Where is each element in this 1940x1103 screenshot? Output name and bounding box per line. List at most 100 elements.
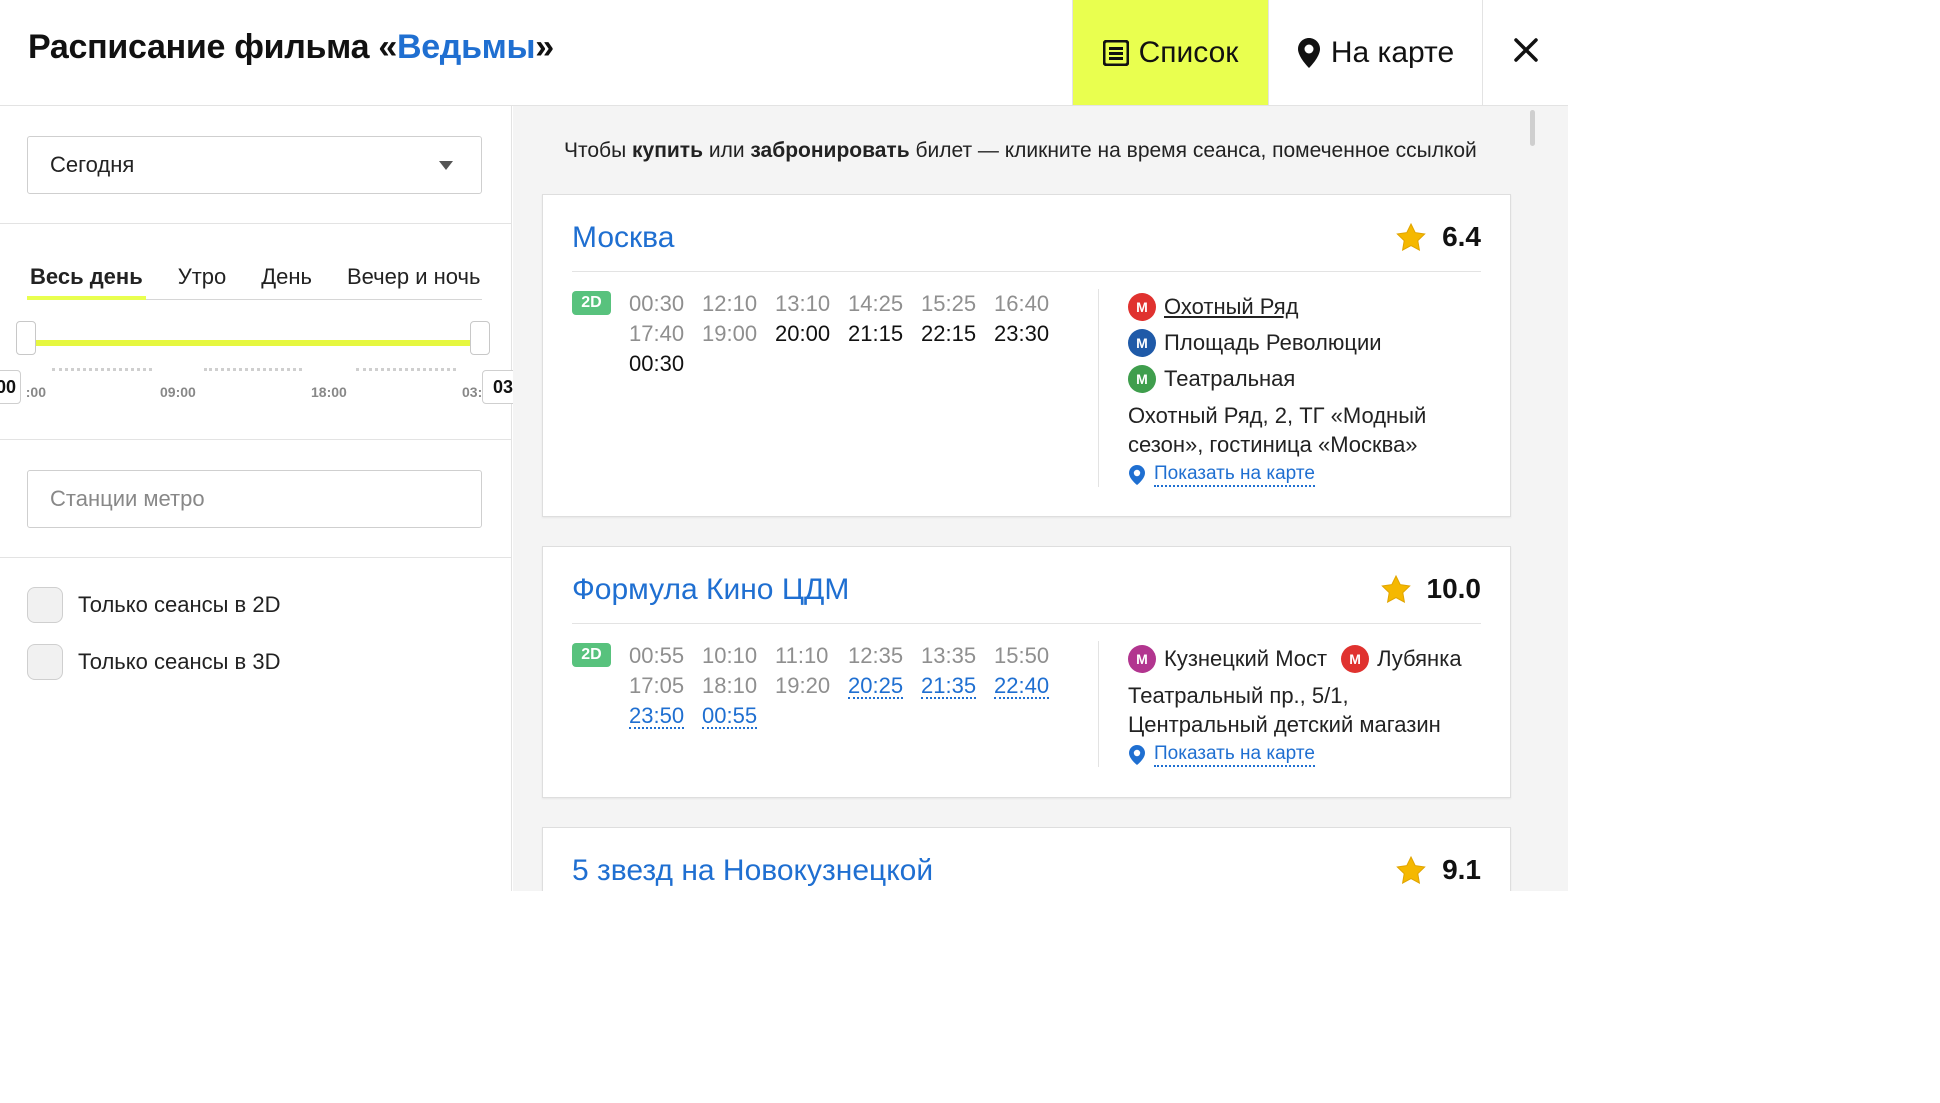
showtimes: 00:30 12:10 13:10 14:25 15:25 16:40 17:40 19:00… — [629, 291, 1069, 377]
showtime: 13:10 — [775, 291, 831, 316]
cinema-rating: 6.4 — [1396, 221, 1481, 253]
checkbox[interactable] — [27, 587, 63, 623]
map-pin-icon — [1297, 37, 1321, 69]
title-suffix: » — [535, 28, 554, 66]
metro-stations: M Кузнецкий Мост M Лубянка — [1128, 641, 1478, 677]
tick-label: 03:00 — [462, 384, 481, 400]
tick-label: 00:00 — [26, 384, 46, 400]
showtime: 00:55 — [629, 643, 685, 668]
star-icon — [1396, 856, 1426, 884]
showtime: 16:40 — [994, 291, 1050, 316]
cinema-card: Москва 6.4 2D 00:30 12:10 13:10 14:25 15:25 1… — [542, 194, 1511, 517]
time-range-track[interactable] — [27, 340, 480, 346]
divider — [0, 557, 512, 558]
time-range-handle-end[interactable] — [470, 321, 490, 355]
divider — [572, 271, 1481, 272]
checkbox-only-3d[interactable]: Только сеансы в 3D — [27, 644, 280, 680]
showtime[interactable]: 00:55 — [702, 703, 758, 729]
cinema-rating: 9.1 — [1396, 854, 1481, 886]
period-tab-all-day[interactable]: Весь день — [27, 264, 146, 300]
showtime: 18:10 — [702, 673, 758, 698]
showtime: 12:35 — [848, 643, 904, 668]
showtime[interactable]: 23:50 — [629, 703, 685, 729]
showtime: 22:15 — [921, 321, 977, 346]
film-title[interactable]: Ведьмы — [397, 28, 536, 66]
rating-value: 6.4 — [1442, 221, 1481, 252]
divider — [0, 223, 512, 224]
tab-list-label: Список — [1138, 35, 1239, 69]
metro-station-name[interactable]: Охотный Ряд — [1164, 294, 1299, 320]
chevron-down-icon — [439, 161, 453, 170]
metro-icon: M — [1128, 329, 1156, 357]
page-title: Расписание фильма «Ведьмы» — [28, 28, 554, 67]
checkbox-only-2d[interactable]: Только сеансы в 2D — [27, 587, 280, 623]
filters-sidebar: Сегодня Весь день Утро День Вечер и ночь… — [0, 106, 550, 891]
star-icon — [1396, 223, 1426, 251]
period-tab-day[interactable]: День — [258, 264, 315, 300]
purchase-hint: Чтобы купить или забронировать билет — к… — [564, 139, 1477, 162]
date-select[interactable]: Сегодня — [27, 136, 482, 194]
tick-dots — [356, 368, 456, 372]
showtime: 20:00 — [775, 321, 831, 346]
location-pin-icon — [1128, 464, 1146, 486]
rating-value: 9.1 — [1442, 854, 1481, 885]
period-tabs: Весь день Утро День Вечер и ночь — [27, 264, 482, 300]
showtime: 00:30 — [629, 351, 685, 376]
showtime: 17:05 — [629, 673, 685, 698]
cinema-info: M Охотный Ряд M Площадь Революции M Теат… — [1098, 289, 1478, 487]
cinema-rating: 10.0 — [1380, 573, 1482, 605]
show-on-map-label[interactable]: Показать на карте — [1154, 743, 1315, 767]
show-on-map-link[interactable]: Показать на карте — [1128, 743, 1478, 767]
checkbox-label: Только сеансы в 3D — [78, 649, 281, 674]
metro-station: M Площадь Революции — [1128, 325, 1478, 361]
show-on-map-label[interactable]: Показать на карте — [1154, 463, 1315, 487]
cinema-name[interactable]: Москва — [572, 221, 674, 255]
period-tab-evening-night[interactable]: Вечер и ночь — [344, 264, 483, 300]
star-icon — [1380, 575, 1411, 603]
cinema-name[interactable]: 5 звезд на Новокузнецкой — [572, 854, 933, 888]
tab-list[interactable]: Список — [1072, 0, 1268, 105]
divider — [0, 439, 512, 440]
show-on-map-link[interactable]: Показать на карте — [1128, 463, 1478, 487]
cinema-address: Театральный пр., 5/1, Центральный детски… — [1128, 683, 1441, 737]
tab-map-label: На карте — [1330, 35, 1455, 69]
close-button[interactable] — [1482, 0, 1568, 105]
metro-station-name: Лубянка — [1377, 646, 1462, 671]
cinema-name[interactable]: Формула Кино ЦДМ — [572, 573, 849, 607]
metro-station-name: Театральная — [1164, 366, 1296, 391]
showtime: 11:10 — [775, 643, 829, 668]
showtime: 13:35 — [921, 643, 977, 668]
schedule-list: Чтобы купить или забронировать билет — к… — [513, 106, 1568, 891]
cinema-info: M Кузнецкий Мост M Лубянка Театральный п… — [1098, 641, 1478, 767]
metro-search-input[interactable]: Станции метро — [27, 470, 482, 528]
scrollbar[interactable] — [1530, 110, 1535, 146]
checkbox-label: Только сеансы в 2D — [78, 592, 281, 617]
showtime: 19:20 — [775, 673, 831, 698]
title-prefix: Расписание фильма « — [28, 28, 397, 66]
format-badge: 2D — [572, 643, 611, 667]
showtime: 23:30 — [994, 321, 1050, 346]
close-icon — [1513, 37, 1539, 68]
period-tab-morning[interactable]: Утро — [175, 264, 230, 300]
location-pin-icon — [1128, 744, 1146, 766]
metro-station-name: Кузнецкий Мост — [1164, 646, 1328, 671]
showtime[interactable]: 22:40 — [994, 673, 1050, 699]
cinema-address: Охотный Ряд, 2, ТГ «Модный сезон», гости… — [1128, 403, 1427, 457]
cinema-card: Формула Кино ЦДМ 10.0 2D 00:55 10:10 11:10… — [542, 546, 1511, 798]
metro-icon: M — [1128, 293, 1156, 321]
showtime: 10:10 — [702, 643, 758, 668]
tick-dots — [52, 368, 152, 372]
metro-station: M Театральная — [1128, 361, 1478, 397]
time-range-handle-start[interactable] — [16, 321, 36, 355]
tab-map[interactable]: На карте — [1268, 0, 1482, 105]
checkbox[interactable] — [27, 644, 63, 680]
showtime: 15:25 — [921, 291, 977, 316]
metro-station: M Охотный Ряд — [1128, 289, 1478, 325]
showtime[interactable]: 21:35 — [921, 673, 977, 699]
list-icon — [1102, 39, 1129, 66]
cinema-card: 5 звезд на Новокузнецкой 9.1 — [542, 827, 1511, 891]
tick-dots — [204, 368, 302, 372]
showtime[interactable]: 20:25 — [848, 673, 904, 699]
showtime: 17:40 — [629, 321, 685, 346]
rating-value: 10.0 — [1426, 573, 1482, 604]
